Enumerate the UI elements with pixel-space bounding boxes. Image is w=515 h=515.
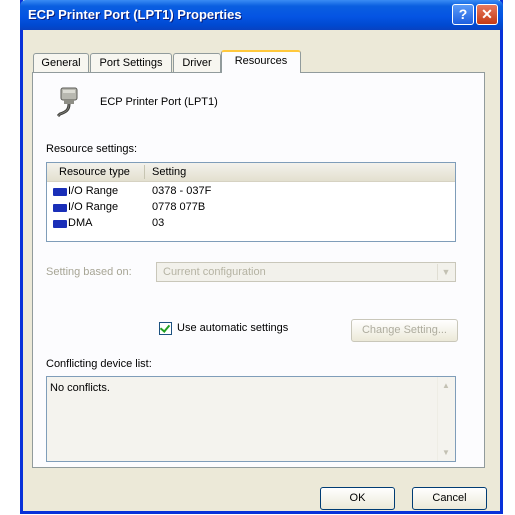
conflicting-device-list-label: Conflicting device list: xyxy=(46,358,152,370)
close-button[interactable]: ✕ xyxy=(476,4,498,25)
title-bar[interactable]: ECP Printer Port (LPT1) Properties ? ✕ xyxy=(20,0,503,30)
change-setting-button[interactable]: Change Setting... xyxy=(351,319,458,342)
scroll-down-icon[interactable]: ▼ xyxy=(438,444,454,461)
setting-based-on-select[interactable]: Current configuration ▼ xyxy=(156,262,456,282)
list-header: Resource type Setting xyxy=(47,163,455,182)
device-name: ECP Printer Port (LPT1) xyxy=(100,96,218,108)
column-resource-type[interactable]: Resource type xyxy=(59,166,130,178)
vertical-scrollbar[interactable]: ▲ ▼ xyxy=(437,377,455,461)
help-button[interactable]: ? xyxy=(452,4,474,25)
setting-based-on-label: Setting based on: xyxy=(46,266,132,278)
tab-general[interactable]: General xyxy=(33,53,89,72)
tab-resources[interactable]: Resources xyxy=(221,50,301,73)
ok-button[interactable]: OK xyxy=(320,487,395,510)
use-automatic-settings-label[interactable]: Use automatic settings xyxy=(177,322,288,334)
resource-type-cell: DMA xyxy=(68,217,93,229)
resource-icon xyxy=(53,220,67,228)
tab-driver[interactable]: Driver xyxy=(173,53,221,72)
resource-settings-label: Resource settings: xyxy=(46,143,138,155)
tab-port-settings[interactable]: Port Settings xyxy=(90,53,172,72)
scroll-up-icon[interactable]: ▲ xyxy=(438,377,454,394)
conflicting-device-list[interactable]: No conflicts. ▲ ▼ xyxy=(46,376,456,462)
setting-cell: 0778 077B xyxy=(152,201,206,213)
resource-type-cell: I/O Range xyxy=(68,201,119,213)
resource-type-cell: I/O Range xyxy=(68,185,119,197)
resource-icon xyxy=(53,204,67,212)
table-row[interactable]: DMA 03 xyxy=(47,216,455,232)
chevron-down-icon[interactable]: ▼ xyxy=(437,264,454,280)
setting-cell: 03 xyxy=(152,217,165,229)
column-divider[interactable] xyxy=(144,165,145,179)
cancel-button[interactable]: Cancel xyxy=(412,487,487,510)
table-row[interactable]: I/O Range 0778 077B xyxy=(47,200,455,216)
checkmark-icon xyxy=(159,322,171,333)
setting-based-on-value: Current configuration xyxy=(163,266,266,278)
resource-list[interactable]: Resource type Setting I/O Range 0378 - 0… xyxy=(46,162,456,242)
use-automatic-settings-checkbox[interactable] xyxy=(159,322,172,335)
printer-port-icon xyxy=(56,87,78,118)
conflicts-text: No conflicts. xyxy=(50,382,110,394)
table-row[interactable]: I/O Range 0378 - 037F xyxy=(47,184,455,200)
window-title: ECP Printer Port (LPT1) Properties xyxy=(28,7,242,22)
setting-cell: 0378 - 037F xyxy=(152,185,212,197)
resource-icon xyxy=(53,188,67,196)
column-setting[interactable]: Setting xyxy=(152,166,186,178)
